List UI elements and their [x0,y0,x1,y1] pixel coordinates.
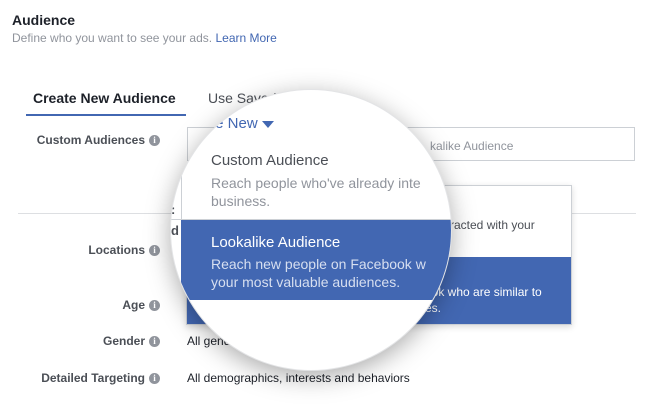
info-icon[interactable]: i [149,373,160,384]
info-icon[interactable]: i [149,245,160,256]
magnified-label-fragment: : [171,202,176,217]
gender-label: Gender [102,334,145,348]
create-new-label: te New [211,115,258,132]
magnifier-content: : d S te New Custom Audience Reach peopl… [171,90,451,370]
active-tab-indicator [26,114,186,116]
detailed-targeting-value: All demographics, interests and behavior… [187,371,410,385]
locations-label-row: Locations i [20,243,160,257]
age-label: Age [122,298,145,312]
section-subtitle: Define who you want to see your ads. Lea… [12,31,277,45]
subtitle-text: Define who you want to see your ads. [12,31,213,45]
section-title: Audience [12,12,76,28]
locations-label: Locations [88,243,145,257]
info-icon[interactable]: i [149,135,160,146]
gender-label-row: Gender i [20,334,160,348]
custom-audience-option-desc-2: business. [211,193,271,209]
lookalike-audience-option-title[interactable]: Lookalike Audience [211,234,340,251]
learn-more-link[interactable]: Learn More [215,31,276,45]
detailed-targeting-label-row: Detailed Targeting i [20,371,160,385]
create-new-button[interactable]: te New [211,115,274,132]
caret-down-icon [261,120,274,128]
tab-create-new-audience[interactable]: Create New Audience [33,90,176,106]
magnifier-lens: : d S te New Custom Audience Reach peopl… [171,90,451,370]
custom-audiences-label: Custom Audiences [36,133,145,147]
detailed-targeting-label: Detailed Targeting [41,371,145,385]
info-icon[interactable]: i [149,336,160,347]
info-icon[interactable]: i [149,300,160,311]
custom-audience-option-desc-1: Reach people who've already inte [211,175,421,191]
custom-audience-option-title[interactable]: Custom Audience [211,152,329,169]
custom-audience-desc-fragment: teracted with your [440,218,535,232]
lookalike-audience-option-desc-2: your most valuable audiences. [211,274,401,290]
custom-audiences-label-row: Custom Audiences i [20,133,160,147]
lookalike-audience-option-desc-1: Reach new people on Facebook w [211,256,426,272]
age-label-row: Age i [20,298,160,312]
